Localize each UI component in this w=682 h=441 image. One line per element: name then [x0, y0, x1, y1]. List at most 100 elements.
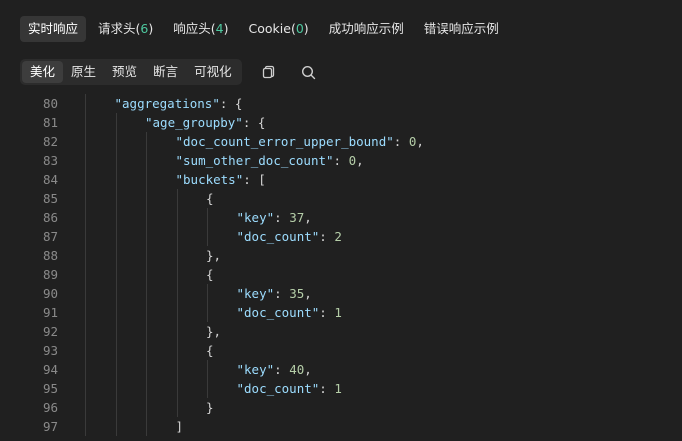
- indent-guide: [115, 265, 117, 284]
- json-punctuation: ,: [304, 286, 312, 301]
- tab-success-example[interactable]: 成功响应示例: [321, 16, 412, 42]
- code-line: 97]: [0, 417, 682, 436]
- tab-realtime-response[interactable]: 实时响应: [20, 16, 87, 42]
- tab-request-headers[interactable]: 请求头(6): [90, 16, 161, 42]
- line-number: 94: [42, 362, 58, 377]
- indent-guide: [146, 341, 147, 360]
- indent-guide: [85, 341, 86, 360]
- json-punctuation: :: [319, 305, 335, 320]
- code-line: 92},: [0, 322, 682, 341]
- view-mode-visualize[interactable]: 可视化: [186, 61, 240, 83]
- json-number: 2: [334, 229, 342, 244]
- indent-guide: [115, 322, 117, 341]
- line-number: 92: [42, 324, 58, 339]
- line-number: 93: [42, 343, 58, 358]
- indent-guide: [146, 284, 147, 303]
- indent-guide: [85, 246, 86, 265]
- code-text: {: [206, 265, 214, 284]
- code-line: 91 "doc_count": 1: [0, 303, 682, 322]
- json-key: "sum_other_doc_count": [175, 153, 334, 168]
- indent-guide: [176, 265, 178, 284]
- indent-guide: [207, 303, 208, 322]
- indent-guide: [207, 379, 208, 398]
- indent-guide: [176, 398, 178, 417]
- indent-guide: [146, 322, 147, 341]
- code-line: 82 "doc_count_error_upper_bound": 0,: [0, 132, 682, 151]
- indent-guide: [85, 303, 86, 322]
- view-mode-assert[interactable]: 断言: [145, 61, 186, 83]
- code-text: {: [206, 189, 214, 208]
- indent-guide: [85, 284, 86, 303]
- indent-guide: [207, 360, 208, 379]
- view-mode-switch: 美化 原生 预览 断言 可视化: [20, 59, 242, 85]
- code-line: 84 "buckets": [: [0, 170, 682, 189]
- indent-guide: [146, 208, 147, 227]
- json-key: "key": [236, 210, 275, 225]
- code-text: "doc_count_error_upper_bound": 0,: [176, 132, 424, 151]
- code-text: }: [206, 398, 214, 417]
- indent-guide: [176, 341, 178, 360]
- indent-guide: [146, 303, 147, 322]
- json-key: "buckets": [175, 172, 244, 187]
- json-punctuation: {: [206, 267, 214, 282]
- line-number: 81: [42, 115, 58, 130]
- view-mode-raw[interactable]: 原生: [63, 61, 104, 83]
- code-line: 85 {: [0, 189, 682, 208]
- code-line: 86 "key": 37,: [0, 208, 682, 227]
- indent-guide: [146, 227, 147, 246]
- line-number: 91: [42, 305, 58, 320]
- code-text: "doc_count": 1: [237, 303, 342, 322]
- line-number: 88: [42, 248, 58, 263]
- code-text: "doc_count": 1: [237, 379, 342, 398]
- json-punctuation: :: [319, 381, 335, 396]
- tab-error-example[interactable]: 错误响应示例: [416, 16, 507, 42]
- json-punctuation: :: [274, 210, 290, 225]
- code-text: "key": 35,: [237, 284, 312, 303]
- tab-cookie[interactable]: Cookie(0): [241, 16, 317, 42]
- code-text: "buckets": [: [176, 170, 266, 189]
- line-number: 89: [42, 267, 58, 282]
- json-key: "age_groupby": [145, 115, 243, 130]
- json-number: 40: [289, 362, 305, 377]
- json-key: "aggregations": [114, 96, 220, 111]
- indent-guide: [207, 284, 208, 303]
- json-key: "key": [236, 362, 275, 377]
- line-number: 85: [42, 191, 58, 206]
- view-toolbar: 美化 原生 预览 断言 可视化: [20, 58, 320, 86]
- code-line: 87 "doc_count": 2: [0, 227, 682, 246]
- indent-guide: [115, 303, 117, 322]
- json-number: 37: [289, 210, 305, 225]
- indent-guide: [146, 151, 147, 170]
- indent-guide: [176, 379, 178, 398]
- indent-guide: [146, 398, 147, 417]
- json-punctuation: ,: [304, 210, 312, 225]
- copy-button[interactable]: [258, 61, 280, 83]
- line-number: 97: [42, 419, 58, 434]
- view-mode-pretty[interactable]: 美化: [22, 61, 64, 83]
- json-viewer[interactable]: 80 "aggregations": { 81 "age_groupby": {82 "…: [0, 94, 682, 441]
- json-punctuation: },: [206, 248, 222, 263]
- indent-guide: [146, 265, 147, 284]
- indent-guide: [176, 208, 178, 227]
- indent-guide: [85, 132, 86, 151]
- code-line: 88},: [0, 246, 682, 265]
- indent-guide: [207, 208, 208, 227]
- json-punctuation: ]: [175, 419, 184, 434]
- search-button[interactable]: [298, 61, 320, 83]
- line-number: 86: [42, 210, 58, 225]
- indent-guide: [115, 360, 117, 379]
- code-line: 80 "aggregations": {: [0, 94, 682, 113]
- tab-count: 0: [295, 21, 304, 36]
- json-punctuation: }: [206, 400, 214, 415]
- tab-response-headers[interactable]: 响应头(4): [165, 16, 236, 42]
- response-tabs: 实时响应 请求头(6) 响应头(4) Cookie(0) 成功响应示例 错误响应…: [20, 16, 507, 42]
- indent-guide: [85, 227, 86, 246]
- indent-guide: [85, 189, 86, 208]
- json-punctuation: :: [274, 362, 290, 377]
- code-line: 93 {: [0, 341, 682, 360]
- code-text: {: [206, 341, 214, 360]
- indent-guide: [115, 132, 117, 151]
- json-punctuation: ,: [304, 362, 312, 377]
- view-mode-preview[interactable]: 预览: [104, 61, 145, 83]
- indent-guide: [85, 151, 86, 170]
